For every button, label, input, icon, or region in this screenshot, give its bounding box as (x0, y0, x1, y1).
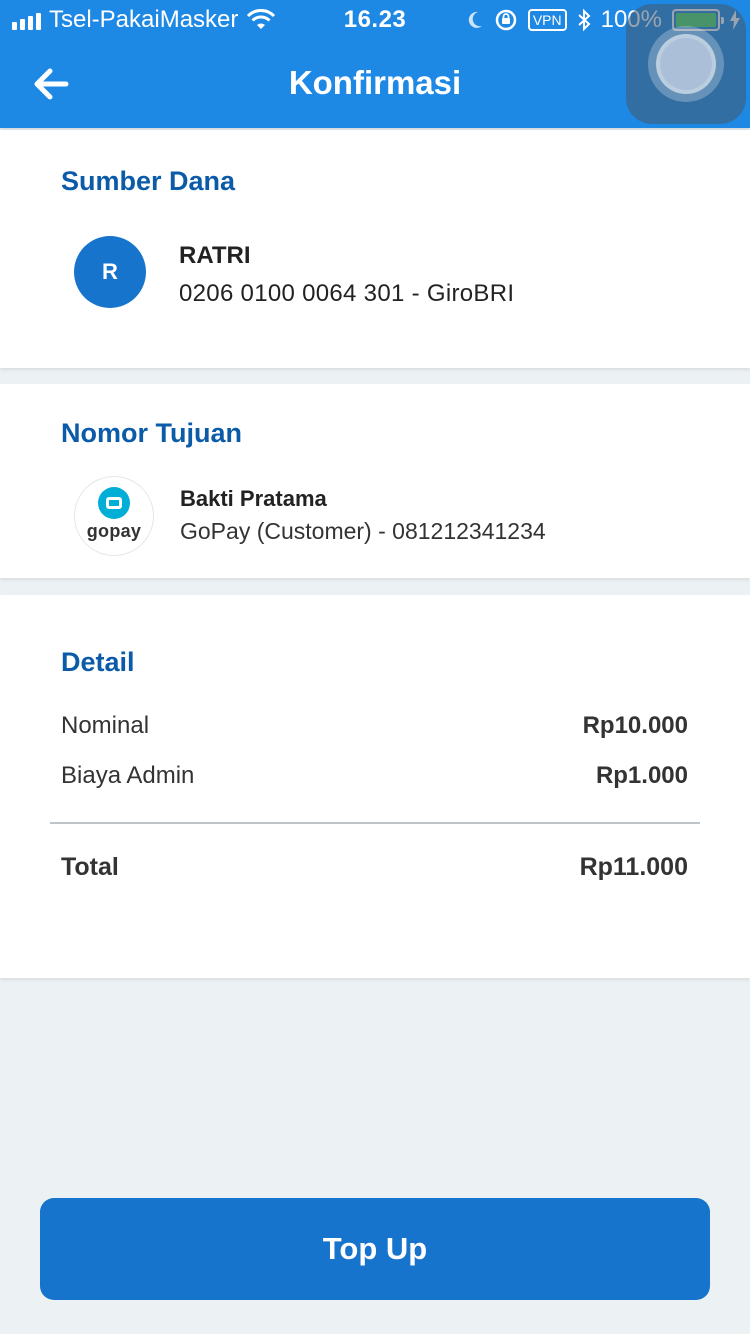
bluetooth-icon (577, 8, 591, 32)
destination-heading: Nomor Tujuan (61, 418, 242, 448)
wallet-icon (98, 486, 130, 519)
admin-fee-value: Rp1.000 (595, 762, 688, 789)
gopay-logo: gopay (74, 476, 154, 556)
nominal-label: Nominal (61, 712, 150, 739)
moon-icon (468, 11, 482, 28)
confirmation-screen: Tsel-PakaiMasker 16.23 VPN Konfirmasi Su… (0, 0, 750, 1334)
payment-detail-card: Detail Nominal Rp10.000 Biaya Admin Rp1.… (0, 595, 750, 978)
account-holder-name: RATRI (179, 242, 251, 269)
divider (50, 822, 700, 824)
vpn-badge: VPN (527, 9, 567, 31)
assistive-touch-button[interactable] (626, 4, 746, 124)
detail-heading: Detail (61, 647, 135, 677)
admin-fee-label: Biaya Admin (61, 762, 195, 789)
recipient-name: Bakti Pratama (180, 486, 327, 511)
source-of-funds-heading: Sumber Dana (61, 166, 236, 196)
nominal-value: Rp10.000 (582, 712, 688, 739)
top-up-button[interactable]: Top Up (40, 1198, 710, 1300)
gopay-logo-text: gopay (86, 520, 142, 541)
avatar: R (74, 236, 146, 308)
total-value: Rp11.000 (579, 853, 688, 881)
recipient-detail: GoPay (Customer) - 081212341234 (180, 518, 546, 544)
account-number: 0206 0100 0064 301 - GiroBRI (179, 280, 515, 307)
source-of-funds-card: Sumber Dana R RATRI 0206 0100 0064 301 -… (0, 130, 750, 368)
destination-card: Nomor Tujuan gopay Bakti Pratama GoPay (… (0, 384, 750, 578)
rotation-lock-icon (495, 9, 517, 31)
total-label: Total (61, 853, 119, 881)
